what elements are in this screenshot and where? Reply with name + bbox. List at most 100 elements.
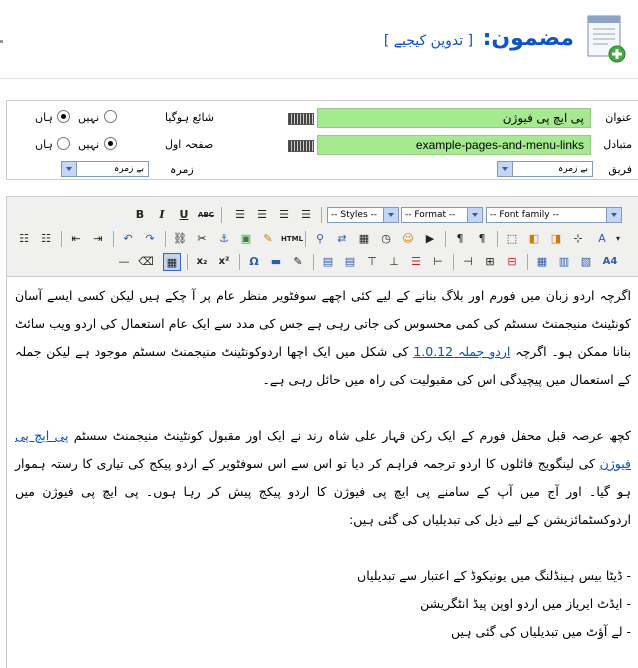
insert-row-before-icon[interactable]: ⊤: [363, 253, 381, 271]
delete-row-icon[interactable]: ☰: [407, 253, 425, 271]
indent-icon[interactable]: ⇥: [89, 230, 107, 248]
page-title-main: مضمون:: [482, 26, 574, 51]
insert-row-after-icon[interactable]: ⊥: [385, 253, 403, 271]
ltr-icon[interactable]: ¶: [451, 230, 469, 248]
editor-content[interactable]: اگرچہ اردو زبان میں فورم اور بلاگ بنانے …: [7, 278, 638, 668]
chevron-down-icon[interactable]: ▾: [609, 230, 627, 248]
list-item: - ایڈٹ ایریاز میں اردو اوپن پیڈ انٹگریشن: [420, 596, 631, 611]
toolbar-separator: [527, 254, 528, 270]
table-row-props-icon[interactable]: ▤: [319, 253, 337, 271]
published-no-radio[interactable]: [104, 110, 117, 123]
alias-input[interactable]: example-pages-and-menu-links: [317, 135, 591, 155]
absolute-position-icon[interactable]: ⊹: [569, 230, 587, 248]
outdent-icon[interactable]: ⇤: [67, 230, 85, 248]
insert-column-after-icon[interactable]: ⊣: [459, 253, 477, 271]
toolbar-separator: [165, 231, 166, 247]
content-paragraph: اگرچہ اردو زبان میں فورم اور بلاگ بنانے …: [15, 282, 631, 394]
toolbar-separator: [497, 231, 498, 247]
rich-text-editor: B I U ABC ☰ ☰ ☰ ☰ -- Styles -- -- Format…: [6, 196, 638, 668]
superscript-icon[interactable]: x²: [215, 253, 233, 271]
insert-column-before-icon[interactable]: ⊢: [429, 253, 447, 271]
delete-column-icon[interactable]: ⊟: [503, 253, 521, 271]
article-add-icon: [587, 15, 626, 63]
strikethrough-button[interactable]: ABC: [197, 206, 215, 224]
font-size-icon[interactable]: A4: [601, 253, 619, 271]
chevron-down-icon: [498, 162, 513, 176]
bold-button[interactable]: B: [131, 206, 149, 224]
table-icon[interactable]: ▦: [533, 253, 551, 271]
table-props-icon[interactable]: ▧: [577, 253, 595, 271]
keyboard-icon[interactable]: [288, 140, 314, 152]
category-select-value: بے زمرہ: [557, 164, 588, 174]
underline-button[interactable]: U: [175, 206, 193, 224]
content-paragraph: کچھ عرصہ قبل محفل فورم کے ایک رکن قہار ع…: [15, 422, 631, 534]
emoticons-icon[interactable]: ☺: [399, 230, 417, 248]
divider-dot: [0, 40, 3, 43]
html-icon[interactable]: HTML: [281, 230, 303, 248]
split-cells-icon[interactable]: ⊞: [481, 253, 499, 271]
cleanup-icon[interactable]: ✎: [259, 230, 277, 248]
bullet-list-icon[interactable]: ☷: [15, 230, 33, 248]
section-select-value: بے زمرہ: [113, 164, 144, 174]
frontpage-label: صفحہ اول: [165, 138, 214, 151]
toolbar-separator: [445, 231, 446, 247]
content-link[interactable]: اردو جملہ 1.0.12: [413, 344, 510, 359]
section-select[interactable]: بے زمرہ: [61, 161, 149, 177]
toolbar-separator: [187, 254, 188, 270]
merge-cells-icon[interactable]: ▥: [555, 253, 573, 271]
title-input[interactable]: پی ایچ پی فیوژن: [317, 108, 591, 128]
align-justify-icon[interactable]: ☰: [297, 206, 315, 224]
category-label: فریق: [608, 163, 632, 176]
move-backward-icon[interactable]: ◨: [547, 230, 565, 248]
remove-format-icon[interactable]: ⌫: [137, 253, 155, 271]
find-icon[interactable]: ⚲: [311, 230, 329, 248]
edit-css-icon[interactable]: ✎: [289, 253, 307, 271]
published-yes-label: ہاں: [35, 111, 53, 124]
insert-time-icon[interactable]: ◷: [377, 230, 395, 248]
numbered-list-icon[interactable]: ☷: [37, 230, 55, 248]
special-character-icon[interactable]: Ω: [245, 253, 263, 271]
insert-date-icon[interactable]: ▦: [355, 230, 373, 248]
align-center-icon[interactable]: ☰: [253, 206, 271, 224]
replace-icon[interactable]: ⇄: [333, 230, 351, 248]
align-right-icon[interactable]: ☰: [275, 206, 293, 224]
horizontal-rule-icon[interactable]: —: [115, 253, 133, 271]
content-text: کی لینگویج فائلوں کا اردو ترجمہ فراہم کر…: [15, 456, 631, 527]
keyboard-icon[interactable]: [288, 113, 314, 125]
toolbar-separator: [61, 231, 62, 247]
published-yes-radio[interactable]: [57, 110, 70, 123]
rtl-icon[interactable]: ¶: [473, 230, 491, 248]
unlink-icon[interactable]: ✂: [193, 230, 211, 248]
page-title: مضمون: [ تدوین کیجیے ]: [384, 26, 574, 51]
frontpage-no-radio[interactable]: [57, 137, 70, 150]
move-forward-icon[interactable]: ◧: [525, 230, 543, 248]
category-select[interactable]: بے زمرہ: [497, 161, 593, 177]
toolbar-separator: [221, 207, 222, 223]
toolbar-separator: [239, 254, 240, 270]
list-item: - ڈیٹا بیس ہینڈلنگ میں یونیکوڈ کے اعتبار…: [357, 568, 631, 583]
redo-icon[interactable]: ↷: [141, 230, 159, 248]
insert-break-icon[interactable]: ▬: [267, 253, 285, 271]
media-icon[interactable]: ▶: [421, 230, 439, 248]
align-left-icon[interactable]: ☰: [231, 206, 249, 224]
published-label: شائع ہوگیا: [165, 111, 215, 124]
frontpage-yes-radio[interactable]: [104, 137, 117, 150]
chevron-down-icon: [606, 208, 621, 222]
layer-icon[interactable]: ⬚: [503, 230, 521, 248]
article-details-panel: عنوان پی ایچ پی فیوژن شائع ہوگیا نہیں ہا…: [6, 100, 638, 180]
header-divider: [0, 78, 638, 79]
anchor-icon[interactable]: ⚓: [215, 230, 233, 248]
italic-button[interactable]: I: [153, 206, 171, 224]
visual-aid-icon[interactable]: ▦: [163, 253, 181, 271]
styles-select[interactable]: -- Styles --: [327, 207, 399, 223]
link-icon[interactable]: ⛓: [171, 230, 189, 248]
table-cell-props-icon[interactable]: ▤: [341, 253, 359, 271]
subscript-icon[interactable]: x₂: [193, 253, 211, 271]
font-family-select[interactable]: -- Font family --: [486, 207, 622, 223]
list-item: - لے آؤٹ میں تبدیلیاں کی گئی ہیں: [450, 624, 631, 639]
undo-icon[interactable]: ↶: [119, 230, 137, 248]
image-icon[interactable]: ▣: [237, 230, 255, 248]
format-select[interactable]: -- Format --: [401, 207, 483, 223]
toolbar-separator: [453, 254, 454, 270]
